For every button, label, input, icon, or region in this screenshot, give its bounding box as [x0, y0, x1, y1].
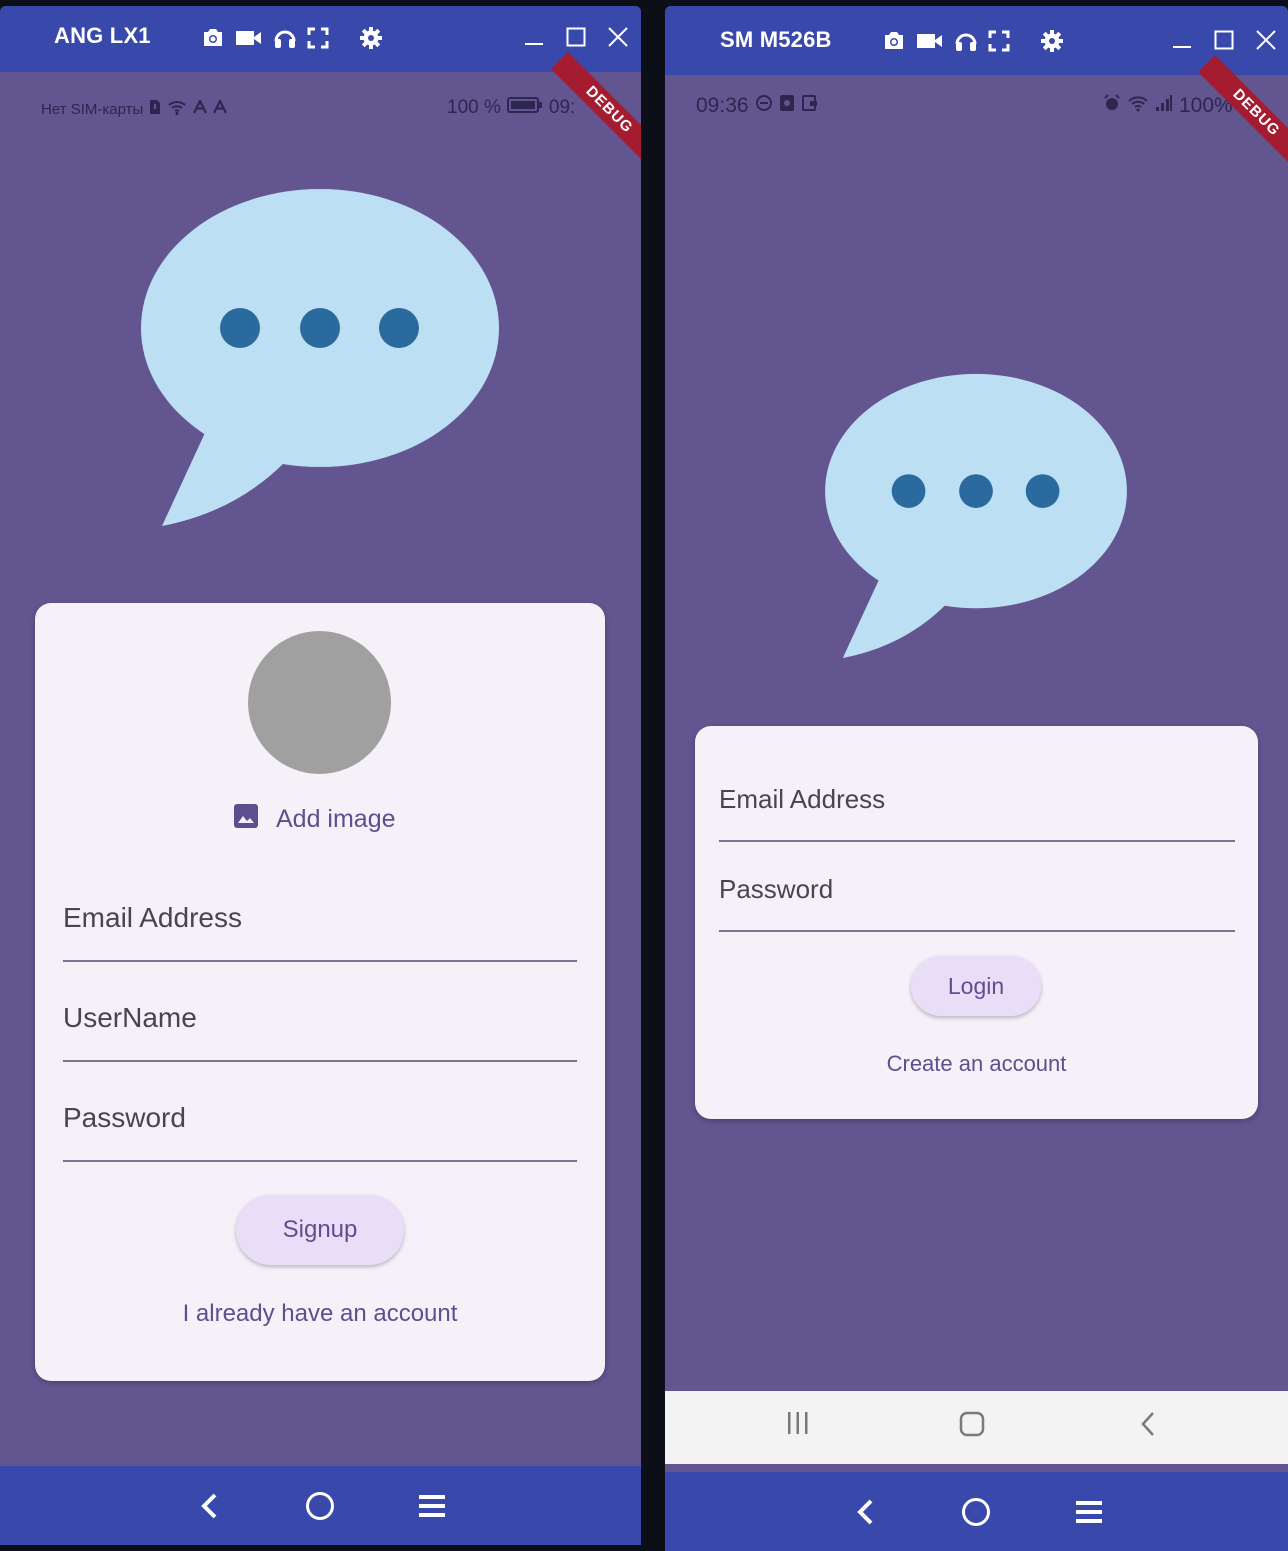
have-account-link[interactable]: I already have an account [35, 1300, 605, 1328]
username-label: UserName [63, 1002, 197, 1033]
minimize-icon[interactable] [524, 27, 544, 52]
login-card: Email Address Password Login Create an a… [695, 726, 1258, 1119]
password-label: Password [63, 1102, 186, 1133]
emulator-nav-bar [0, 1466, 641, 1545]
chat-bubble-icon [140, 182, 500, 526]
video-icon[interactable] [235, 28, 263, 48]
camera-icon[interactable] [882, 30, 906, 52]
password-field[interactable]: Password [63, 1102, 577, 1162]
password-field[interactable]: Password [719, 874, 1235, 932]
status-bar: Нет SIM-карты 100 % 09: [0, 96, 641, 120]
status-time: 09: [548, 97, 576, 118]
maximize-icon[interactable] [1214, 30, 1234, 55]
record-icon [779, 94, 795, 118]
recents-icon[interactable] [786, 1411, 810, 1440]
signal-icon [1155, 94, 1173, 118]
home-icon[interactable] [961, 1497, 991, 1532]
email-label: Email Address [63, 902, 242, 933]
username-field[interactable]: UserName [63, 1002, 577, 1062]
camera-icon[interactable] [201, 27, 225, 49]
window-titlebar: SM M526B [665, 6, 1288, 75]
alarm-icon [1103, 94, 1121, 118]
fullscreen-icon[interactable] [307, 27, 329, 49]
email-label: Email Address [719, 784, 886, 814]
window-titlebar: ANG LX1 [0, 6, 641, 72]
menu-icon[interactable] [418, 1494, 446, 1523]
font-a-icon [193, 98, 208, 118]
sim-icon [149, 99, 161, 119]
dnd-icon [755, 94, 773, 118]
back-icon[interactable] [1139, 1411, 1157, 1442]
login-button[interactable]: Login [911, 956, 1041, 1016]
wifi-icon [1127, 94, 1149, 118]
avatar[interactable] [248, 631, 391, 774]
home-icon[interactable] [959, 1411, 985, 1442]
battery-icon [506, 96, 543, 120]
status-time: 09:36 [696, 94, 749, 117]
home-icon[interactable] [305, 1491, 335, 1526]
battery-percent: 100 % [447, 97, 501, 118]
device-name: ANG LX1 [54, 23, 151, 48]
create-account-link[interactable]: Create an account [695, 1051, 1258, 1077]
menu-icon[interactable] [1075, 1500, 1103, 1529]
password-label: Password [719, 874, 834, 904]
settings-icon[interactable] [1040, 29, 1064, 53]
settings-icon[interactable] [359, 26, 383, 50]
fullscreen-icon[interactable] [988, 30, 1010, 52]
headphones-icon[interactable] [954, 30, 978, 52]
device-window-left: ANG LX1 Нет SIM-карты 100 % 09: DEBUG Ad… [0, 6, 641, 1545]
android-nav-bar [665, 1391, 1288, 1464]
font-a-icon [213, 98, 228, 118]
wifi-icon [167, 99, 187, 119]
back-icon[interactable] [198, 1492, 220, 1525]
signup-card: Add image Email Address UserName Passwor… [35, 603, 605, 1381]
minimize-icon[interactable] [1172, 30, 1192, 55]
chat-bubble-icon [823, 368, 1129, 658]
video-icon[interactable] [916, 31, 944, 51]
maximize-icon[interactable] [566, 27, 586, 52]
back-icon[interactable] [854, 1498, 876, 1531]
email-field[interactable]: Email Address [719, 784, 1235, 842]
image-icon [233, 803, 259, 836]
close-icon[interactable] [608, 27, 628, 52]
status-bar: 09:36 100% [665, 94, 1288, 124]
screen-icon [801, 94, 819, 118]
close-icon[interactable] [1256, 30, 1276, 55]
add-image-button[interactable]: Add image [233, 803, 396, 836]
emulator-nav-bar [665, 1472, 1288, 1551]
carrier-text: Нет SIM-карты [41, 100, 144, 118]
add-image-label: Add image [276, 805, 396, 833]
signup-button[interactable]: Signup [236, 1195, 404, 1265]
headphones-icon[interactable] [273, 27, 297, 49]
email-field[interactable]: Email Address [63, 902, 577, 962]
device-window-right: SM M526B 09:36 100% DEBUG Email Address … [665, 6, 1288, 1551]
device-name: SM M526B [720, 27, 832, 52]
